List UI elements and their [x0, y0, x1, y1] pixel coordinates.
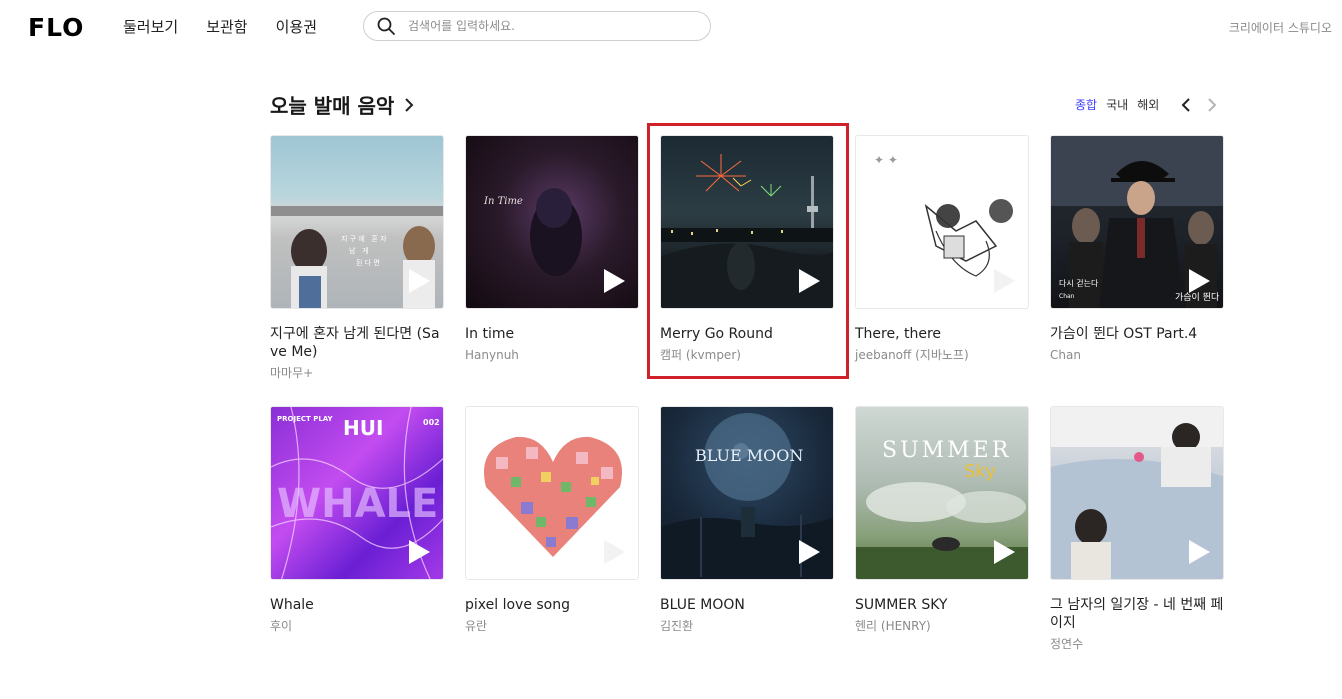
- album-card[interactable]: BLUE MOON BLUE MOON 김진환: [660, 406, 835, 677]
- svg-text:지 구 에 혼 자: 지 구 에 혼 자: [341, 234, 387, 243]
- album-artist[interactable]: 헨리 (HENRY): [855, 618, 1030, 634]
- album-cover[interactable]: In Time: [465, 135, 639, 309]
- album-cover[interactable]: 지 구 에 혼 자 남 게 된 다 면: [270, 135, 444, 309]
- flo-logo[interactable]: FLO: [28, 15, 84, 41]
- album-cover[interactable]: [1050, 406, 1224, 580]
- album-title[interactable]: Merry Go Round: [660, 325, 835, 343]
- play-icon[interactable]: [992, 268, 1016, 294]
- album-card[interactable]: pixel love song 유란: [465, 406, 640, 677]
- album-cover[interactable]: ✦ ✦: [855, 135, 1029, 309]
- cover-text: In Time: [483, 196, 523, 207]
- region-filters: 종합 국내 해외: [1075, 96, 1220, 113]
- cover-text-artist: Chan: [1059, 293, 1075, 300]
- album-card[interactable]: 그 남자의 일기장 - 네 번째 페이지 정연수: [1050, 406, 1225, 677]
- play-icon[interactable]: [992, 539, 1016, 565]
- album-cover[interactable]: SUMMER Sky: [855, 406, 1029, 580]
- nav-browse[interactable]: 둘러보기: [123, 17, 178, 37]
- cover-text-left: 다시 걷는다: [1059, 278, 1099, 288]
- search-icon: [377, 17, 395, 35]
- play-icon[interactable]: [602, 268, 626, 294]
- album-artist[interactable]: 유란: [465, 618, 640, 634]
- filter-overseas[interactable]: 해외: [1137, 96, 1159, 113]
- album-artist[interactable]: 캠퍼 (kvmper): [660, 347, 835, 363]
- album-artist[interactable]: Hanynuh: [465, 347, 640, 363]
- svg-text:남 게: 남 게: [349, 246, 369, 255]
- album-cover[interactable]: PROJECT PLAY HUI 002 WHALE: [270, 406, 444, 580]
- svg-text:된 다 면: 된 다 면: [356, 258, 380, 267]
- play-icon[interactable]: [797, 539, 821, 565]
- album-grid: 지 구 에 혼 자 남 게 된 다 면 지구에 혼자 남게 된다면 (Save …: [270, 135, 1225, 677]
- cover-text-project: PROJECT PLAY: [277, 415, 334, 423]
- album-cover[interactable]: [660, 135, 834, 309]
- album-card[interactable]: SUMMER Sky SUMMER SKY 헨리 (HENRY): [855, 406, 1030, 677]
- play-icon[interactable]: [407, 268, 431, 294]
- nav-library[interactable]: 보관함: [206, 17, 247, 37]
- section-header[interactable]: 오늘 발매 음악: [270, 90, 416, 119]
- album-title[interactable]: 가슴이 뛴다 OST Part.4: [1050, 325, 1225, 343]
- cover-text-hui: HUI: [343, 416, 383, 440]
- main-nav: 둘러보기 보관함 이용권: [123, 17, 345, 37]
- album-title[interactable]: There, there: [855, 325, 1030, 343]
- cover-text-sky: Sky: [964, 461, 996, 482]
- album-title[interactable]: 지구에 혼자 남게 된다면 (Save Me): [270, 325, 445, 361]
- nav-subscription[interactable]: 이용권: [276, 17, 317, 37]
- cover-text-summer: SUMMER: [882, 438, 1011, 463]
- album-cover[interactable]: BLUE MOON: [660, 406, 834, 580]
- play-icon[interactable]: [1187, 539, 1211, 565]
- album-title[interactable]: pixel love song: [465, 596, 640, 614]
- album-artist[interactable]: 정연수: [1050, 636, 1225, 652]
- chevron-right-icon: [405, 97, 414, 112]
- album-title[interactable]: 그 남자의 일기장 - 네 번째 페이지: [1050, 596, 1225, 632]
- album-card[interactable]: 지 구 에 혼 자 남 게 된 다 면 지구에 혼자 남게 된다면 (Save …: [270, 135, 445, 406]
- play-icon[interactable]: [407, 539, 431, 565]
- play-icon[interactable]: [1187, 268, 1211, 294]
- album-cover[interactable]: 다시 걷는다 Chan 가슴이 뛴다: [1050, 135, 1224, 309]
- album-title[interactable]: In time: [465, 325, 640, 343]
- filter-domestic[interactable]: 국내: [1106, 96, 1128, 113]
- creator-studio-link[interactable]: 크리에이터 스튜디오: [1229, 19, 1332, 36]
- album-artist[interactable]: jeebanoff (지바노프): [855, 347, 1030, 363]
- album-card[interactable]: ✦ ✦ There, there jeebanoff (지바노프): [855, 135, 1030, 406]
- album-card[interactable]: PROJECT PLAY HUI 002 WHALE Whale 후이: [270, 406, 445, 677]
- album-card[interactable]: 다시 걷는다 Chan 가슴이 뛴다 가슴이 뛴다 OST Part.4 Cha…: [1050, 135, 1225, 406]
- search-bar[interactable]: [363, 11, 711, 41]
- album-title[interactable]: BLUE MOON: [660, 596, 835, 614]
- album-cover[interactable]: [465, 406, 639, 580]
- album-title[interactable]: SUMMER SKY: [855, 596, 1030, 614]
- album-artist[interactable]: Chan: [1050, 347, 1225, 363]
- album-title[interactable]: Whale: [270, 596, 445, 614]
- filter-all[interactable]: 종합: [1075, 96, 1097, 113]
- svg-text:✦ ✦: ✦ ✦: [874, 153, 898, 167]
- cover-text-whale: WHALE: [277, 481, 438, 527]
- play-icon[interactable]: [797, 268, 821, 294]
- cover-text-bluemoon: BLUE MOON: [695, 446, 803, 465]
- album-artist[interactable]: 김진환: [660, 618, 835, 634]
- album-artist[interactable]: 후이: [270, 618, 445, 634]
- cover-text-no: 002: [423, 418, 440, 427]
- next-arrow-icon[interactable]: [1204, 97, 1220, 113]
- prev-arrow-icon[interactable]: [1178, 97, 1194, 113]
- play-icon[interactable]: [602, 539, 626, 565]
- album-card[interactable]: Merry Go Round 캠퍼 (kvmper): [660, 135, 835, 406]
- section-title: 오늘 발매 음악: [270, 94, 395, 118]
- album-artist[interactable]: 마마무+: [270, 365, 445, 381]
- search-input[interactable]: [406, 18, 700, 34]
- album-card[interactable]: In Time In time Hanynuh: [465, 135, 640, 406]
